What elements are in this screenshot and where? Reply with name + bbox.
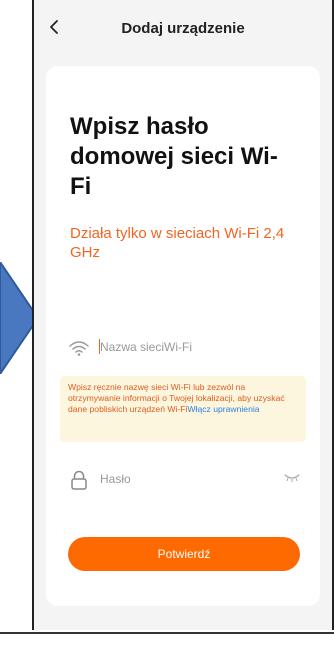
wifi-band-notice: Działa tylko w sieciach Wi-Fi 2,4 GHz	[70, 225, 285, 261]
eye-closed-icon[interactable]	[284, 473, 300, 483]
password-input[interactable]	[100, 470, 270, 488]
wifi-icon	[69, 341, 89, 356]
wifi-form-card: Wpisz hasło domowej sieci Wi-Fi Działa t…	[46, 66, 320, 606]
top-bar: Dodaj urządzenie	[34, 0, 332, 58]
location-permission-notice: Wpisz ręcznie nazwę sieci Wi-Fi lub zezw…	[60, 376, 306, 442]
confirm-button[interactable]: Potwierdź	[68, 537, 300, 571]
lock-icon	[71, 470, 87, 490]
page-title: Dodaj urządzenie	[121, 20, 245, 37]
ssid-row	[68, 336, 300, 360]
password-row	[68, 468, 300, 492]
divider	[0, 632, 334, 634]
ssid-input[interactable]	[100, 338, 270, 356]
form-heading: Wpisz hasło domowej sieci Wi-Fi	[70, 113, 278, 200]
enable-permissions-link[interactable]: Włącz uprawnienia	[187, 404, 259, 414]
phone-screen: Dodaj urządzenie Wpisz hasło domowej sie…	[32, 0, 334, 630]
